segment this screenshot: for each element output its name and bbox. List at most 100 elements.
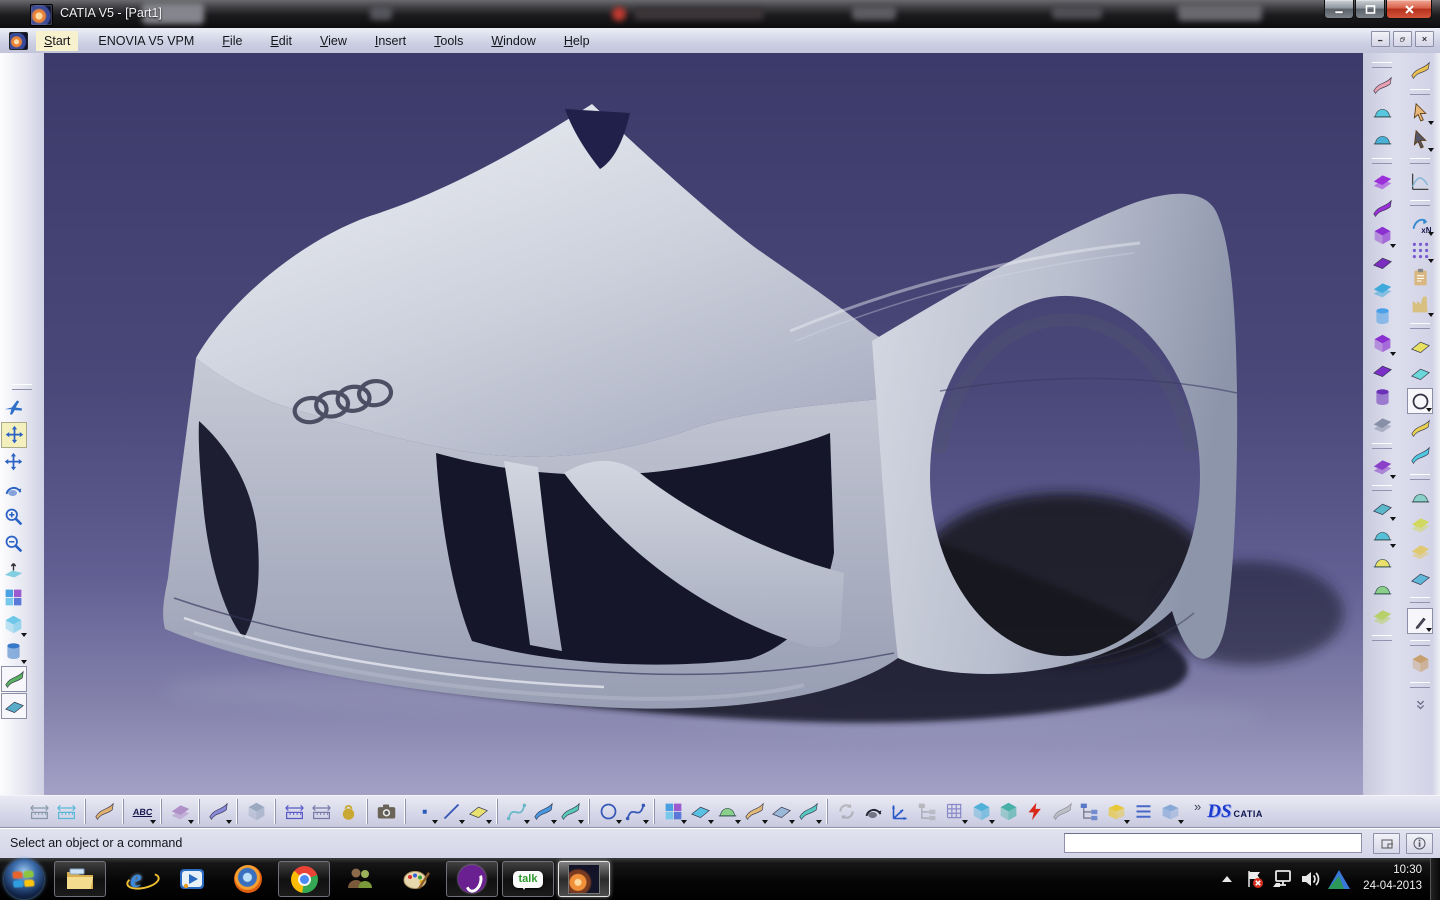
toolbar-separator[interactable] [82, 799, 89, 824]
menu-view[interactable]: View [312, 31, 355, 51]
minimize-button[interactable] [1324, 0, 1354, 19]
doc-info-button[interactable] [1406, 833, 1433, 854]
translate-icon[interactable] [768, 798, 795, 825]
3d-viewport[interactable] [44, 53, 1363, 795]
blend-surface-icon[interactable] [1369, 99, 1396, 126]
power-copy-icon[interactable] [1407, 264, 1434, 291]
show-desktop-button[interactable] [1430, 858, 1440, 900]
network-icon[interactable] [1271, 867, 1295, 891]
mdi-minimize-button[interactable] [1371, 31, 1390, 47]
datum-dimension-icon[interactable] [26, 798, 53, 825]
toolbar-grab-handle[interactable] [1410, 200, 1430, 206]
catalog-icon[interactable] [1157, 798, 1184, 825]
sew-surface-icon[interactable] [1369, 276, 1396, 303]
toolbar-grab-handle[interactable] [1410, 158, 1430, 164]
toolbar-separator[interactable] [120, 799, 127, 824]
toolbar-separator[interactable] [824, 799, 831, 824]
toolbar-separator[interactable] [651, 799, 658, 824]
projection-curve-icon[interactable] [557, 798, 584, 825]
point-icon[interactable] [411, 798, 438, 825]
zoom-in-icon[interactable] [0, 503, 27, 530]
toolbar-grab-handle[interactable] [1372, 443, 1392, 449]
toolbar-grab-handle[interactable] [1410, 682, 1430, 688]
close-button[interactable] [1386, 0, 1432, 19]
update-all-icon[interactable] [1022, 798, 1049, 825]
length-dimension-icon[interactable] [53, 798, 80, 825]
hide-show-icon[interactable] [1, 666, 27, 692]
wrap-curve-icon[interactable] [1369, 576, 1396, 603]
volume-extrude-icon[interactable] [1369, 330, 1396, 357]
toolbar-grab-handle[interactable] [1410, 323, 1430, 329]
join-icon[interactable] [1369, 453, 1396, 480]
image-capture-icon[interactable] [373, 798, 400, 825]
show-hidden-icons-button[interactable] [1215, 867, 1239, 891]
pan-icon[interactable] [0, 449, 27, 476]
taskbar-mediaplayer-button[interactable] [166, 861, 218, 897]
update-icon[interactable] [833, 798, 860, 825]
repeat-object-icon[interactable]: xN [1407, 210, 1434, 237]
measure-between-icon[interactable] [281, 798, 308, 825]
fly-mode-icon[interactable] [0, 394, 27, 421]
trim-icon[interactable] [1407, 360, 1434, 387]
start-button[interactable] [4, 859, 44, 899]
toolbar-grab-handle[interactable] [1372, 635, 1392, 641]
taskbar-chrome-button[interactable] [278, 861, 330, 897]
more-toolbars-chevron[interactable] [1407, 692, 1434, 719]
toolbar-grab-handle[interactable] [1410, 89, 1430, 95]
grid-points-icon[interactable] [1407, 237, 1434, 264]
bump-deform-icon[interactable] [1369, 549, 1396, 576]
toolbar-grab-handle[interactable] [12, 384, 32, 390]
offset-transform-icon[interactable] [714, 798, 741, 825]
parents-children-icon[interactable] [1076, 798, 1103, 825]
spline-icon[interactable] [622, 798, 649, 825]
plane-icon[interactable] [465, 798, 492, 825]
taskbar-messenger-button[interactable] [334, 861, 386, 897]
curve-analysis-icon[interactable] [1407, 168, 1434, 195]
profile-curve-icon[interactable] [503, 798, 530, 825]
mdi-restore-button[interactable] [1393, 31, 1412, 47]
work-on-support-icon[interactable] [1407, 650, 1434, 677]
toolbar-grab-handle[interactable] [1410, 474, 1430, 480]
taskbar-explorer-button[interactable] [54, 861, 106, 897]
constraint-icon[interactable] [91, 798, 118, 825]
volume-sphere-icon[interactable] [1369, 384, 1396, 411]
toolbar-separator[interactable] [494, 799, 501, 824]
toolbar-grab-handle[interactable] [1410, 597, 1430, 603]
rotate-transform-icon[interactable] [741, 798, 768, 825]
extract-icon[interactable] [1407, 415, 1434, 442]
mdi-close-button[interactable] [1415, 31, 1434, 47]
fit-all-in-icon[interactable] [1, 422, 27, 448]
manipulation-icon[interactable] [860, 798, 887, 825]
action-center-icon[interactable] [1243, 867, 1267, 891]
rectangular-pattern-icon[interactable] [660, 798, 687, 825]
menu-edit[interactable]: Edit [262, 31, 300, 51]
circle-icon[interactable] [595, 798, 622, 825]
bounding-box-icon[interactable] [995, 798, 1022, 825]
expand-dialog-button[interactable] [1373, 833, 1400, 854]
multiple-extract-icon[interactable] [1407, 442, 1434, 469]
more-tools-chevron[interactable]: » [1194, 799, 1201, 814]
taskbar-gtalk-button[interactable]: talk [502, 861, 554, 897]
power-input-field[interactable] [1064, 833, 1362, 853]
distance-analysis-icon[interactable] [243, 798, 270, 825]
exchange-icon[interactable] [1049, 798, 1076, 825]
multi-sections-surface-icon[interactable] [1369, 72, 1396, 99]
wrap-surface-icon[interactable] [1369, 603, 1396, 630]
render-style-icon[interactable] [0, 638, 27, 665]
taskbar-catia-button[interactable] [558, 861, 610, 897]
maximize-button[interactable] [1355, 0, 1385, 19]
measure-item-icon[interactable] [308, 798, 335, 825]
historical-graph-icon[interactable] [1130, 798, 1157, 825]
taskbar-bittorrent-button[interactable] [446, 861, 498, 897]
menu-help[interactable]: Help [556, 31, 598, 51]
boundary-icon[interactable] [1407, 388, 1433, 414]
taskbar-ie-button[interactable]: e [110, 861, 162, 897]
text-with-leader-icon[interactable]: ABC [129, 798, 156, 825]
measure-inertia-icon[interactable] [335, 798, 362, 825]
volume-offset-icon[interactable] [1369, 411, 1396, 438]
intersection-icon[interactable] [530, 798, 557, 825]
taskbar-paint-button[interactable] [390, 861, 442, 897]
invert-orientation-icon[interactable] [1407, 511, 1434, 538]
fill-surface-icon[interactable] [1369, 126, 1396, 153]
sketcher-icon[interactable] [1407, 608, 1433, 634]
